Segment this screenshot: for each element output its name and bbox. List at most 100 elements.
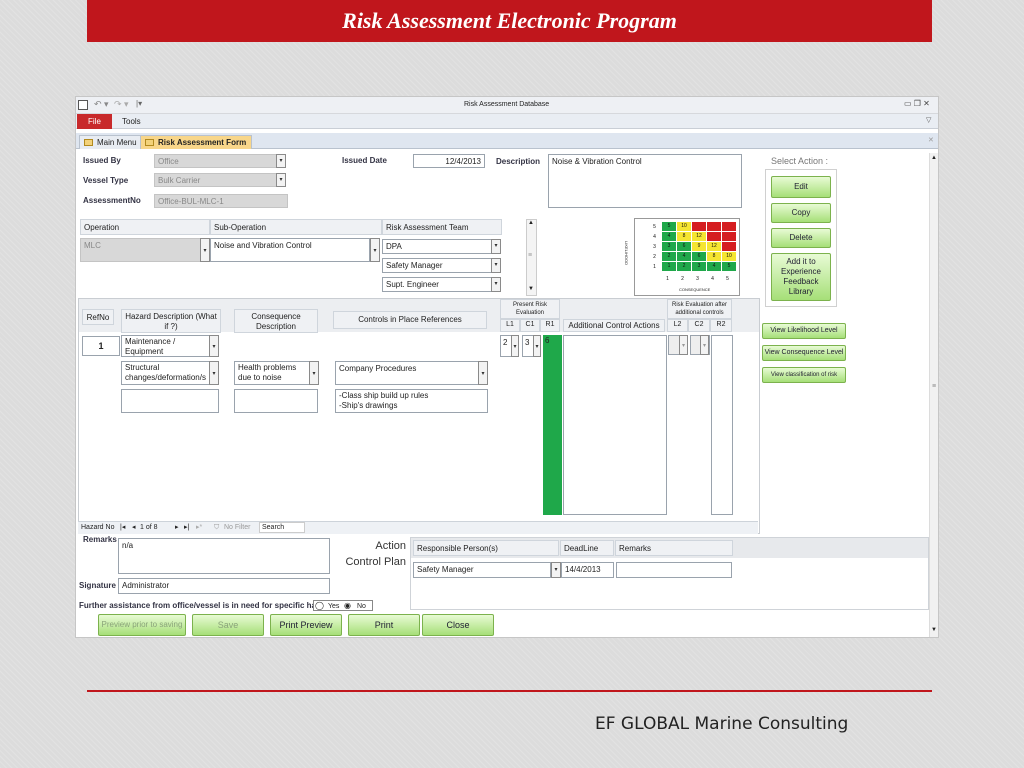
window-controls-icon[interactable]: ▭ ❐ ✕	[904, 99, 930, 108]
matrix-cell	[692, 222, 706, 231]
vessel-type-dropdown-icon[interactable]: ▾	[276, 173, 286, 187]
tools-tab[interactable]: Tools	[122, 114, 141, 129]
responsible-field[interactable]: Safety Manager	[413, 562, 551, 578]
prev-record-icon[interactable]: ◂	[132, 522, 136, 534]
view-likelihood-button[interactable]: View Likelihood Level	[762, 323, 846, 339]
l2-header: L2	[667, 319, 688, 332]
matrix-cell	[707, 222, 721, 231]
copy-button[interactable]: Copy	[771, 203, 831, 223]
assessment-no-field[interactable]: Office-BUL-MLC-1	[154, 194, 288, 208]
matrix-cell: 4	[662, 232, 676, 241]
record-position[interactable]: 1 of 8	[140, 522, 158, 534]
yes-radio[interactable]: ◯	[315, 601, 324, 610]
first-record-icon[interactable]: |◂	[120, 522, 125, 534]
view-classification-button[interactable]: View classification of risk	[762, 367, 846, 383]
r1-header: R1	[540, 319, 560, 332]
record-navigator: Hazard No |◂ ◂ 1 of 8 ▸ ▸| ▸* ⛉ No Filte…	[78, 521, 758, 534]
c1-dropdown-icon[interactable]: ▾	[533, 335, 541, 357]
additional-actions-field[interactable]	[563, 335, 667, 515]
r2-field[interactable]	[711, 335, 733, 515]
l2-dropdown-icon[interactable]: ▾	[679, 335, 688, 355]
vessel-type-field[interactable]: Bulk Carrier	[154, 173, 278, 187]
next-record-icon[interactable]: ▸	[175, 522, 179, 534]
c2-dropdown-icon[interactable]: ▾	[700, 335, 709, 355]
matrix-cell: 5	[662, 222, 676, 231]
preview-button[interactable]: Preview prior to saving	[98, 614, 186, 636]
team-member-3[interactable]: Supt. Engineer	[382, 277, 492, 292]
description-field[interactable]: Noise & Vibration Control	[548, 154, 742, 208]
scroll-down-icon[interactable]: ▼	[931, 627, 937, 633]
matrix-cell	[707, 232, 721, 241]
scroll-up-icon[interactable]: ▲	[528, 220, 534, 226]
matrix-cell: 1	[662, 262, 676, 271]
file-tab[interactable]: File	[77, 114, 112, 129]
team-member-2-dropdown-icon[interactable]: ▾	[491, 258, 501, 273]
team-list-scrollbar[interactable]: ▲ ≡ ▼	[526, 219, 537, 296]
issued-by-dropdown-icon[interactable]: ▾	[276, 154, 286, 168]
close-tab-icon[interactable]: ✕	[928, 136, 934, 144]
scroll-down-icon[interactable]: ▼	[528, 286, 534, 292]
filter-status[interactable]: No Filter	[224, 522, 250, 534]
remarks-field[interactable]: n/a	[118, 538, 330, 574]
deadline-field[interactable]: 14/4/2013	[561, 562, 614, 578]
issued-by-field[interactable]: Office	[154, 154, 278, 168]
quick-access-icon[interactable]: |▾	[136, 99, 142, 108]
responsible-header: Responsible Person(s)	[413, 540, 559, 556]
redo-icon[interactable]: ↷ ▾	[114, 99, 129, 110]
consequence-field[interactable]: Health problems due to noise	[234, 361, 310, 385]
undo-icon[interactable]: ↶ ▾	[94, 99, 109, 110]
hazard-1-dropdown-icon[interactable]: ▾	[209, 335, 219, 357]
l1-dropdown-icon[interactable]: ▾	[511, 335, 519, 357]
responsible-dropdown-icon[interactable]: ▾	[551, 562, 561, 578]
hazard-field-empty[interactable]	[121, 389, 219, 413]
action-remarks-field[interactable]	[616, 562, 732, 578]
team-member-1-dropdown-icon[interactable]: ▾	[491, 239, 501, 254]
sub-operation-dropdown-icon[interactable]: ▾	[370, 238, 380, 262]
hazard-description-header: Hazard Description (What if ?)	[121, 309, 221, 333]
scroll-thumb[interactable]: ≡	[528, 252, 532, 259]
operation-field[interactable]: MLC	[80, 238, 202, 262]
consequence-field-empty[interactable]	[234, 389, 318, 413]
issued-date-field[interactable]: 12/4/2013	[413, 154, 485, 168]
no-radio[interactable]: ◉	[344, 601, 351, 610]
print-preview-button[interactable]: Print Preview	[270, 614, 342, 636]
team-member-3-dropdown-icon[interactable]: ▾	[491, 277, 501, 292]
hazard-2-dropdown-icon[interactable]: ▾	[209, 361, 219, 385]
tab-label: Main Menu	[97, 138, 137, 147]
vertical-scrollbar[interactable]: ▲ ≡ ▼	[929, 153, 938, 637]
scroll-up-icon[interactable]: ▲	[931, 155, 937, 161]
operation-dropdown-icon[interactable]: ▾	[200, 238, 210, 262]
hazard-field-2[interactable]: Structural changes/deformation/s	[121, 361, 211, 385]
signature-field[interactable]: Administrator	[118, 578, 330, 594]
filter-icon[interactable]: ⛉	[214, 522, 219, 534]
navigator-search[interactable]: Search	[259, 522, 305, 533]
save-button[interactable]: Save	[192, 614, 264, 636]
close-button[interactable]: Close	[422, 614, 494, 636]
refno-cell[interactable]: 1	[82, 336, 120, 356]
view-consequence-button[interactable]: View Consequence Level	[762, 345, 846, 361]
tab-risk-assessment-form[interactable]: Risk Assessment Form	[140, 135, 253, 149]
sub-operation-field[interactable]: Noise and Vibration Control	[210, 238, 370, 262]
team-member-2[interactable]: Safety Manager	[382, 258, 492, 273]
control-references-field[interactable]: -Class ship build up rules -Ship's drawi…	[335, 389, 488, 413]
delete-button[interactable]: Delete	[771, 228, 831, 248]
scroll-thumb[interactable]: ≡	[932, 383, 936, 390]
last-record-icon[interactable]: ▸|	[184, 522, 189, 534]
likelihood-axis-label: LIKELIHOOD	[624, 241, 629, 266]
team-member-1[interactable]: DPA	[382, 239, 492, 254]
ribbon-expand-icon[interactable]: ▽	[926, 116, 931, 124]
hazard-field-1[interactable]: Maintenance / Equipment	[121, 335, 211, 357]
no-label: No	[357, 603, 366, 610]
consequence-dropdown-icon[interactable]: ▾	[309, 361, 319, 385]
tab-main-menu[interactable]: Main Menu	[79, 135, 143, 149]
print-button[interactable]: Print	[348, 614, 420, 636]
add-to-library-button[interactable]: Add it to Experience Feedback Library	[771, 253, 831, 301]
control-dropdown-icon[interactable]: ▾	[478, 361, 488, 385]
c1-header: C1	[520, 319, 540, 332]
footer-rule	[87, 690, 932, 692]
matrix-cell: 3	[662, 242, 676, 251]
new-record-icon[interactable]: ▸*	[196, 522, 202, 534]
edit-button[interactable]: Edit	[771, 176, 831, 198]
tab-label: Risk Assessment Form	[158, 138, 247, 147]
control-field[interactable]: Company Procedures	[335, 361, 479, 385]
